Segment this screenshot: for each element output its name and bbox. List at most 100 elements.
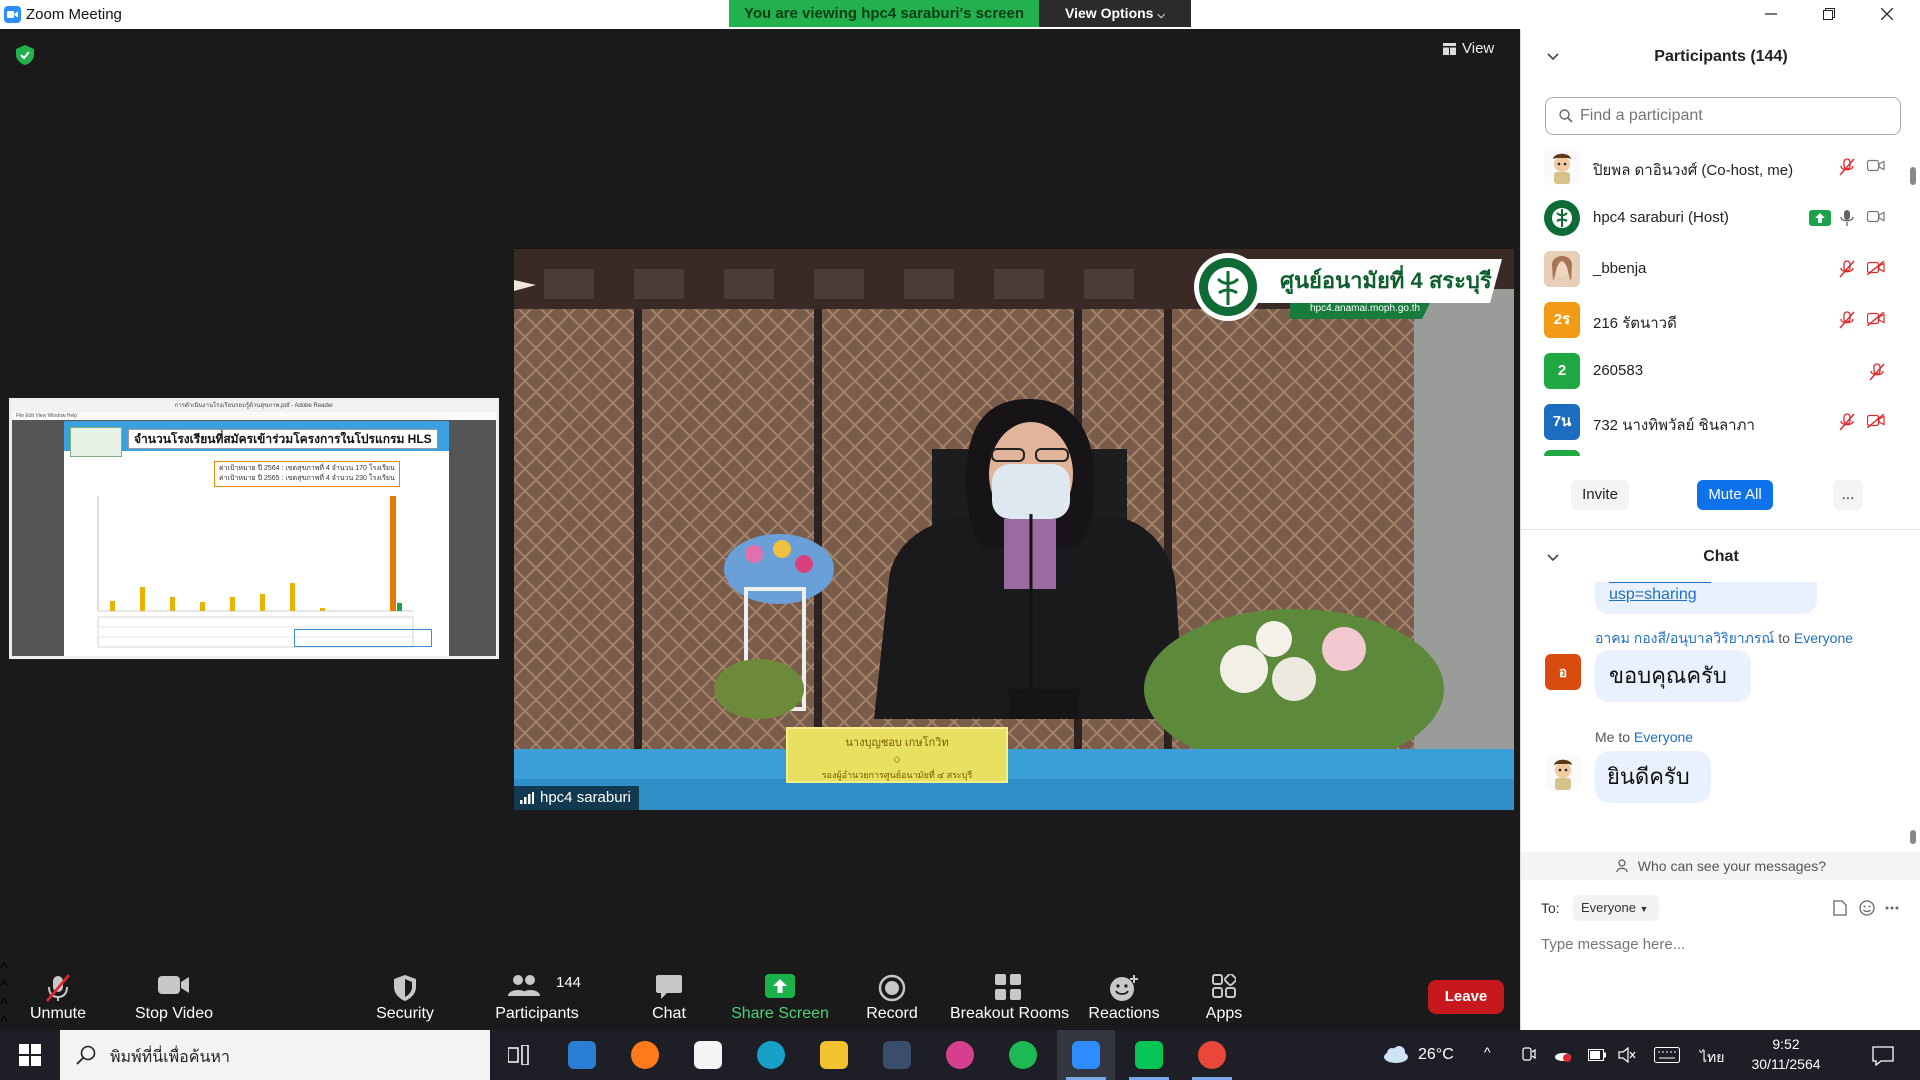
taskbar-spotify-app[interactable] xyxy=(994,1030,1052,1080)
participants-button[interactable]: 144 Participants xyxy=(490,960,584,1030)
task-view-button[interactable] xyxy=(490,1030,548,1080)
breakout-rooms-button[interactable]: Breakout Rooms xyxy=(950,960,1069,1030)
chat-scrollbar[interactable] xyxy=(1910,582,1916,847)
chat-sender-name: อาคม กองสี/อนุบาลวิริยาภรณ์ xyxy=(1595,630,1775,646)
security-button[interactable]: Security xyxy=(362,960,448,1030)
taskbar-store-app[interactable] xyxy=(679,1030,737,1080)
recipient-dropdown-value: Everyone xyxy=(1581,900,1636,915)
chat-message-bubble: ยินดีครับ xyxy=(1595,751,1711,803)
chat-button[interactable]: Chat xyxy=(640,960,698,1030)
taskbar-mail-app[interactable] xyxy=(553,1030,611,1080)
cartoon-avatar-icon xyxy=(1544,149,1580,185)
find-participant-field[interactable] xyxy=(1545,97,1901,135)
unmute-button[interactable]: Unmute xyxy=(16,960,100,1030)
onedrive-icon[interactable] xyxy=(1554,1048,1572,1062)
firefox-icon xyxy=(631,1041,659,1069)
recipient-dropdown[interactable]: Everyone ▼ xyxy=(1573,895,1659,921)
find-participant-input[interactable] xyxy=(1580,104,1890,128)
restore-button[interactable] xyxy=(1800,0,1858,29)
keyboard-icon[interactable] xyxy=(1654,1047,1680,1063)
weather-cloud-icon[interactable] xyxy=(1382,1046,1410,1064)
apps-button[interactable]: Apps xyxy=(1188,960,1260,1030)
participant-name: 260583 xyxy=(1593,362,1644,379)
clock-time[interactable]: 9:52 xyxy=(1736,1036,1836,1052)
people-icon xyxy=(1616,859,1630,873)
input-language[interactable]: ไทย xyxy=(1700,1047,1724,1069)
center-banner-url: hpc4.anamai.moph.go.th xyxy=(1310,303,1421,314)
taskbar-screen-app[interactable] xyxy=(868,1030,926,1080)
taskbar-search-box[interactable]: พิมพ์ที่นี่เพื่อค้นหา xyxy=(60,1030,490,1080)
participant-row[interactable]: hpc4 saraburi (Host) xyxy=(1521,193,1909,244)
window-title: Zoom Meeting xyxy=(26,6,122,23)
participant-list-scrollbar[interactable] xyxy=(1910,147,1916,447)
view-options-label: View Options xyxy=(1065,5,1154,21)
taskbar-chrome-app[interactable] xyxy=(1183,1030,1241,1080)
signal-strength-icon xyxy=(520,792,534,804)
speaker-video[interactable]: ศูนย์อนามัยที่ 4 สระบุรี hpc4.anamai.mop… xyxy=(514,249,1514,810)
speaker-muted-icon[interactable] xyxy=(1618,1047,1636,1063)
muted-microphone-icon xyxy=(1839,158,1855,176)
participants-label: Participants xyxy=(495,1005,579,1022)
record-button[interactable]: Record xyxy=(858,960,926,1030)
chat-sender-line: อาคม กองสี/อนุบาลวิริยาภรณ์ to Everyone xyxy=(1595,628,1853,650)
unmute-label: Unmute xyxy=(29,1005,87,1022)
taskbar-edge-app[interactable] xyxy=(742,1030,800,1080)
chat-message-input[interactable] xyxy=(1541,931,1891,957)
shared-screen-thumbnail[interactable]: การดำเนินงานโรงเรียนรอบรู้ด้านสุขภาพ.pdf… xyxy=(9,398,499,659)
taskbar-zoom-app[interactable] xyxy=(1057,1030,1115,1080)
chat-sender-name: Me xyxy=(1595,729,1615,745)
participant-row[interactable]: 2 260583 xyxy=(1521,346,1909,397)
more-icon[interactable] xyxy=(1885,906,1899,910)
participant-row[interactable]: 7น 732 นางทิพวัลย์ ชินลาภา xyxy=(1521,397,1909,448)
close-window-button[interactable] xyxy=(1858,0,1916,29)
who-can-see-messages-link[interactable]: Who can see your messages? xyxy=(1521,852,1920,880)
taskbar-file-explorer-app[interactable] xyxy=(805,1030,863,1080)
initials-avatar: 2 xyxy=(1544,353,1580,389)
chat-recipient: Everyone xyxy=(1793,630,1854,646)
chat-message-bubble: ขอบคุณครับ xyxy=(1595,650,1751,702)
temperature[interactable]: 26°C xyxy=(1418,1046,1454,1064)
task-view-icon xyxy=(508,1045,529,1065)
microphone-icon xyxy=(1840,210,1854,226)
participants-icon xyxy=(508,975,540,996)
chevron-up-icon[interactable]: ^ xyxy=(1484,1044,1491,1060)
speaker-name: hpc4 saraburi xyxy=(540,789,631,806)
encryption-shield-icon[interactable] xyxy=(16,45,34,65)
photo-avatar-icon xyxy=(1544,251,1580,287)
taskbar-color-app[interactable] xyxy=(931,1030,989,1080)
slide-target-note: ค่าเป้าหมาย ปี 2564 : เขตสุขภาพที่ 4 จำน… xyxy=(214,461,400,487)
share-screen-label: Share Screen xyxy=(731,1005,829,1022)
chat-scrollbar-thumb[interactable] xyxy=(1910,830,1916,844)
share-screen-button[interactable]: Share Screen xyxy=(728,960,832,1030)
slide-title: จำนวนโรงเรียนที่สมัครเข้าร่วมโครงการในโป… xyxy=(128,429,438,449)
record-icon xyxy=(878,974,906,1002)
chat-link-bubble[interactable]: rovr4ulab1077 usp=sharing xyxy=(1595,582,1817,614)
minimize-icon xyxy=(1765,13,1777,15)
minimize-button[interactable] xyxy=(1742,0,1800,29)
start-button[interactable] xyxy=(0,1030,58,1080)
view-layout-button[interactable]: View xyxy=(1443,40,1494,57)
chat-link-text[interactable]: usp=sharing xyxy=(1609,586,1697,604)
color-wheel-icon xyxy=(946,1041,974,1069)
file-icon[interactable] xyxy=(1833,900,1847,916)
battery-icon[interactable] xyxy=(1588,1049,1606,1061)
mute-all-button[interactable]: Mute All xyxy=(1697,480,1773,510)
invite-button[interactable]: Invite xyxy=(1571,480,1629,510)
emoji-icon[interactable] xyxy=(1859,900,1875,916)
participant-row[interactable]: _bbenja xyxy=(1521,244,1909,295)
view-options-button[interactable]: View Options ⌵ xyxy=(1039,0,1191,27)
leave-meeting-button[interactable]: Leave xyxy=(1428,980,1504,1014)
zoom-app-icon xyxy=(4,6,21,23)
taskbar-firefox-app[interactable] xyxy=(616,1030,674,1080)
taskbar-line-app[interactable] xyxy=(1120,1030,1178,1080)
participant-row[interactable]: ปิยพล ดาอินวงศ์ (Co-host, me) xyxy=(1521,142,1909,193)
participant-row[interactable]: 2ร 216 รัตนาวดี xyxy=(1521,295,1909,346)
video-off-icon xyxy=(1867,312,1885,326)
clock-date[interactable]: 30/11/2564 xyxy=(1736,1056,1836,1072)
meet-now-icon[interactable] xyxy=(1522,1047,1536,1063)
stop-video-button[interactable]: Stop Video xyxy=(128,960,220,1030)
reactions-button[interactable]: Reactions xyxy=(1084,960,1164,1030)
more-options-button[interactable]: ... xyxy=(1833,480,1863,510)
muted-microphone-icon xyxy=(1839,260,1855,278)
notifications-icon[interactable] xyxy=(1872,1046,1894,1066)
